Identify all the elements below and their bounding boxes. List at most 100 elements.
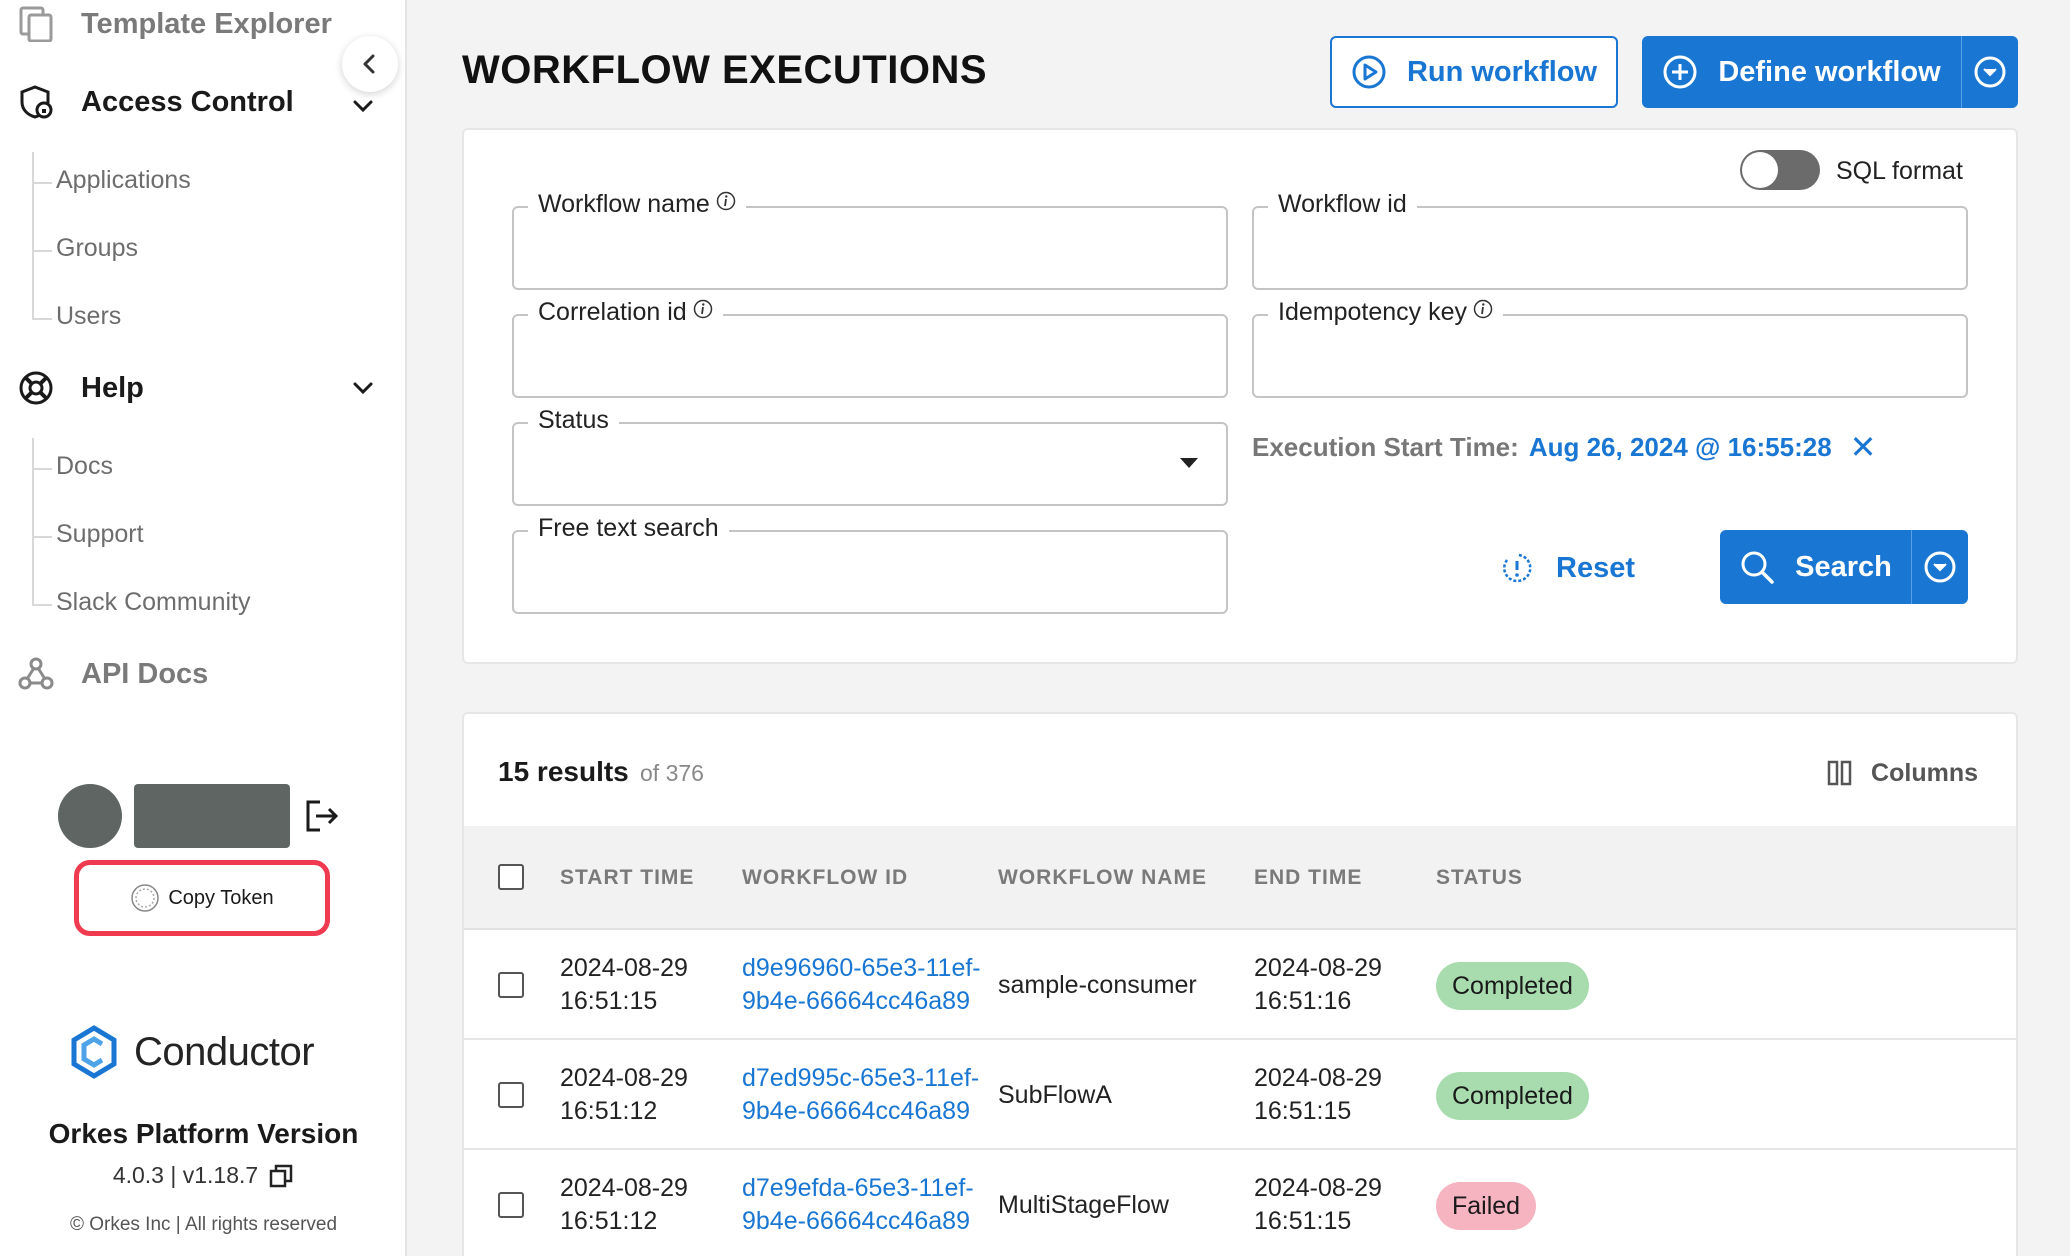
run-workflow-button[interactable]: Run workflow — [1330, 36, 1618, 108]
nav-access-control[interactable]: Access Control — [18, 84, 388, 120]
columns-button[interactable]: Columns — [1825, 758, 1978, 788]
define-workflow-button-group: Define workflow — [1642, 36, 2018, 108]
workflow-id-link[interactable]: d7e9efda-65e3-11ef- 9b4e-66664cc46a89 — [742, 1172, 974, 1238]
sidebar-item-docs[interactable]: Docs — [56, 452, 113, 481]
sidebar-item-support[interactable]: Support — [56, 520, 144, 549]
idempotency-key-label-text: Idempotency key — [1278, 298, 1467, 326]
define-workflow-dropdown[interactable] — [1962, 36, 2018, 108]
start-date: 2024-08-29 — [560, 1174, 688, 1202]
results-total: of 376 — [640, 760, 704, 786]
workflow-id-link[interactable]: d9e96960-65e3-11ef- 9b4e-66664cc46a89 — [742, 952, 981, 1018]
start-time: 16:51:15 — [560, 987, 658, 1015]
conductor-logo-icon — [71, 1025, 117, 1079]
column-header-start-time[interactable]: START TIME — [560, 866, 694, 890]
tree-branch — [32, 318, 52, 320]
sidebar-item-groups[interactable]: Groups — [56, 234, 138, 263]
results-count: 15 results — [498, 756, 629, 787]
status-badge: Failed — [1436, 1182, 1537, 1230]
nav-access-control-label: Access Control — [81, 85, 294, 118]
status-badge: Completed — [1436, 1072, 1589, 1120]
lifebuoy-icon — [18, 370, 54, 406]
nav-help-label: Help — [81, 371, 144, 404]
run-workflow-label: Run workflow — [1406, 55, 1598, 88]
workflow-id-part: d7e9efda-65e3-11ef- — [742, 1174, 974, 1202]
start-time-cell: 2024-08-29 16:51:12 — [560, 1062, 688, 1128]
table-row[interactable]: 2024-08-29 16:51:12 d7ed995c-65e3-11ef- 9b… — [464, 1042, 2016, 1150]
info-icon[interactable] — [716, 191, 736, 211]
workflow-id-label: Workflow id — [1268, 190, 1417, 219]
end-time-cell: 2024-08-29 16:51:15 — [1254, 1172, 1382, 1238]
workflow-id-input[interactable] — [1254, 208, 1966, 288]
version-number: 4.0.3 | v1.18.7 — [112, 1162, 259, 1188]
workflow-id-part: d7ed995c-65e3-11ef- — [742, 1064, 980, 1092]
correlation-id-input[interactable] — [514, 316, 1226, 396]
sql-format-toggle[interactable] — [1740, 150, 1820, 190]
end-time: 16:51:15 — [1254, 1097, 1352, 1125]
platform-version: 4.0.3 | v1.18.7 — [0, 1162, 407, 1189]
workflow-name-input[interactable] — [514, 208, 1226, 288]
workflow-name-cell: MultiStageFlow — [998, 1191, 1169, 1219]
chevron-left-icon — [363, 54, 375, 74]
idempotency-key-field[interactable]: Idempotency key — [1252, 298, 1968, 398]
info-icon[interactable] — [693, 299, 713, 319]
logout-icon[interactable] — [304, 798, 340, 834]
webhook-icon — [18, 656, 54, 692]
copy-token-button[interactable]: Copy Token — [86, 872, 318, 924]
plus-circle-icon — [1663, 55, 1697, 89]
workflow-id-link[interactable]: d7ed995c-65e3-11ef- 9b4e-66664cc46a89 — [742, 1062, 979, 1128]
nav-help[interactable]: Help — [18, 370, 144, 406]
reset-icon — [1503, 553, 1532, 583]
copy-token-label: Copy Token — [168, 886, 274, 909]
nav-api-docs[interactable]: API Docs — [18, 656, 208, 692]
table-row[interactable]: 2024-08-29 16:51:15 d9e96960-65e3-11ef- 9b… — [464, 932, 2016, 1040]
sidebar-item-applications[interactable]: Applications — [56, 166, 191, 195]
nav-template-explorer[interactable]: Template Explorer — [18, 6, 332, 42]
row-checkbox[interactable] — [498, 972, 524, 998]
table-row[interactable]: 2024-08-29 16:51:12 d7e9efda-65e3-11ef- 9b… — [464, 1152, 2016, 1256]
workflow-id-field[interactable]: Workflow id — [1252, 190, 1968, 290]
workflow-name-field[interactable]: Workflow name — [512, 190, 1228, 290]
execution-start-time-label: Execution Start Time: — [1252, 431, 1519, 462]
info-icon[interactable] — [1473, 299, 1493, 319]
execution-start-time-value[interactable]: Aug 26, 2024 @ 16:55:28 — [1529, 432, 1832, 463]
reset-button[interactable]: Reset — [1500, 536, 1660, 600]
row-checkbox[interactable] — [498, 1082, 524, 1108]
column-header-end-time[interactable]: END TIME — [1254, 866, 1362, 890]
sidebar-item-slack-community[interactable]: Slack Community — [56, 588, 251, 617]
chevron-down-circle-icon — [1924, 551, 1956, 583]
row-checkbox[interactable] — [498, 1192, 524, 1218]
dropdown-caret-icon — [1180, 458, 1198, 468]
workflow-id-part: 9b4e-66664cc46a89 — [742, 1207, 970, 1235]
columns-icon — [1827, 760, 1852, 786]
search-dropdown[interactable] — [1912, 530, 1968, 604]
end-time-cell: 2024-08-29 16:51:15 — [1254, 1062, 1382, 1128]
workflow-name-label: Workflow name — [528, 190, 746, 219]
platform-version-title: Orkes Platform Version — [48, 1118, 359, 1149]
copyright: © Orkes Inc | All rights reserved — [69, 1214, 338, 1235]
avatar[interactable] — [58, 784, 122, 848]
select-all-checkbox[interactable] — [498, 864, 524, 890]
start-date: 2024-08-29 — [560, 1064, 688, 1092]
define-workflow-button[interactable]: Define workflow — [1642, 36, 1962, 108]
start-time-cell: 2024-08-29 16:51:12 — [560, 1172, 688, 1238]
correlation-id-field[interactable]: Correlation id — [512, 298, 1228, 398]
start-time: 16:51:12 — [560, 1207, 658, 1235]
column-header-workflow-name[interactable]: WORKFLOW NAME — [998, 866, 1207, 890]
chevron-down-icon[interactable] — [349, 92, 377, 120]
search-button[interactable]: Search — [1720, 530, 1912, 604]
execution-start-time-filter: Execution Start Time: Aug 26, 2024 @ 16:… — [1252, 428, 1876, 466]
access-control-tree — [32, 152, 34, 320]
column-header-workflow-id[interactable]: WORKFLOW ID — [742, 866, 908, 890]
idempotency-key-input[interactable] — [1254, 316, 1966, 396]
toggle-knob — [1742, 152, 1778, 188]
status-select[interactable]: Status — [512, 406, 1228, 506]
free-text-search-input[interactable] — [514, 532, 1226, 612]
sidebar-item-users[interactable]: Users — [56, 302, 121, 331]
free-text-search-field[interactable]: Free text search — [512, 514, 1228, 614]
copy-icon[interactable] — [268, 1163, 294, 1189]
chevron-down-icon[interactable] — [349, 374, 377, 402]
column-header-status[interactable]: STATUS — [1436, 866, 1523, 890]
token-icon — [131, 884, 160, 912]
clear-icon[interactable]: ✕ — [1850, 428, 1877, 466]
sidebar: Template Explorer Access Control Applica… — [0, 0, 407, 1256]
